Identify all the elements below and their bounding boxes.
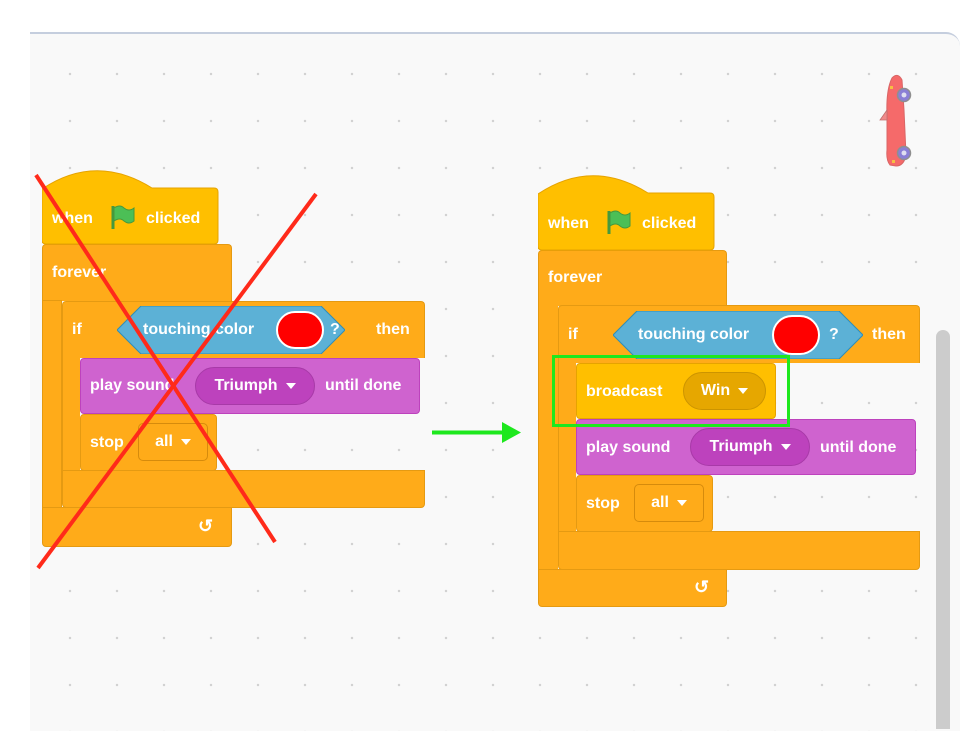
red-convertible-car-icon: [879, 74, 912, 167]
new-stop-label: stop: [586, 495, 620, 512]
new-stop-dropdown[interactable]: all: [634, 484, 704, 522]
highlight-box: [552, 355, 790, 427]
new-clicked-label: clicked: [642, 215, 697, 232]
new-sound-value: Triumph: [709, 438, 773, 455]
new-color-swatch[interactable]: [772, 315, 820, 355]
green-flag-icon: [607, 210, 631, 234]
new-forever-arm: [538, 305, 558, 572]
cross-out-mark: [34, 173, 318, 570]
vertical-scrollbar[interactable]: [936, 330, 950, 729]
new-question-mark: ?: [829, 326, 839, 343]
new-when-label: when: [548, 215, 589, 232]
green-arrow-icon: [432, 422, 521, 443]
new-stop-value: all: [651, 494, 669, 511]
loop-arrow-icon: ↺: [694, 577, 710, 597]
new-sound-dropdown[interactable]: Triumph: [690, 428, 810, 466]
new-until-done-label: until done: [820, 439, 897, 456]
dropdown-caret-icon: [676, 500, 687, 506]
new-if-label: if: [568, 326, 578, 343]
dropdown-caret-icon: [780, 444, 791, 450]
new-touching-color-label: touching color: [638, 326, 750, 343]
new-then-label: then: [872, 326, 906, 343]
new-if-bottom: [558, 531, 920, 570]
new-play-sound-label: play sound: [586, 439, 671, 456]
new-forever-label: forever: [548, 269, 603, 286]
